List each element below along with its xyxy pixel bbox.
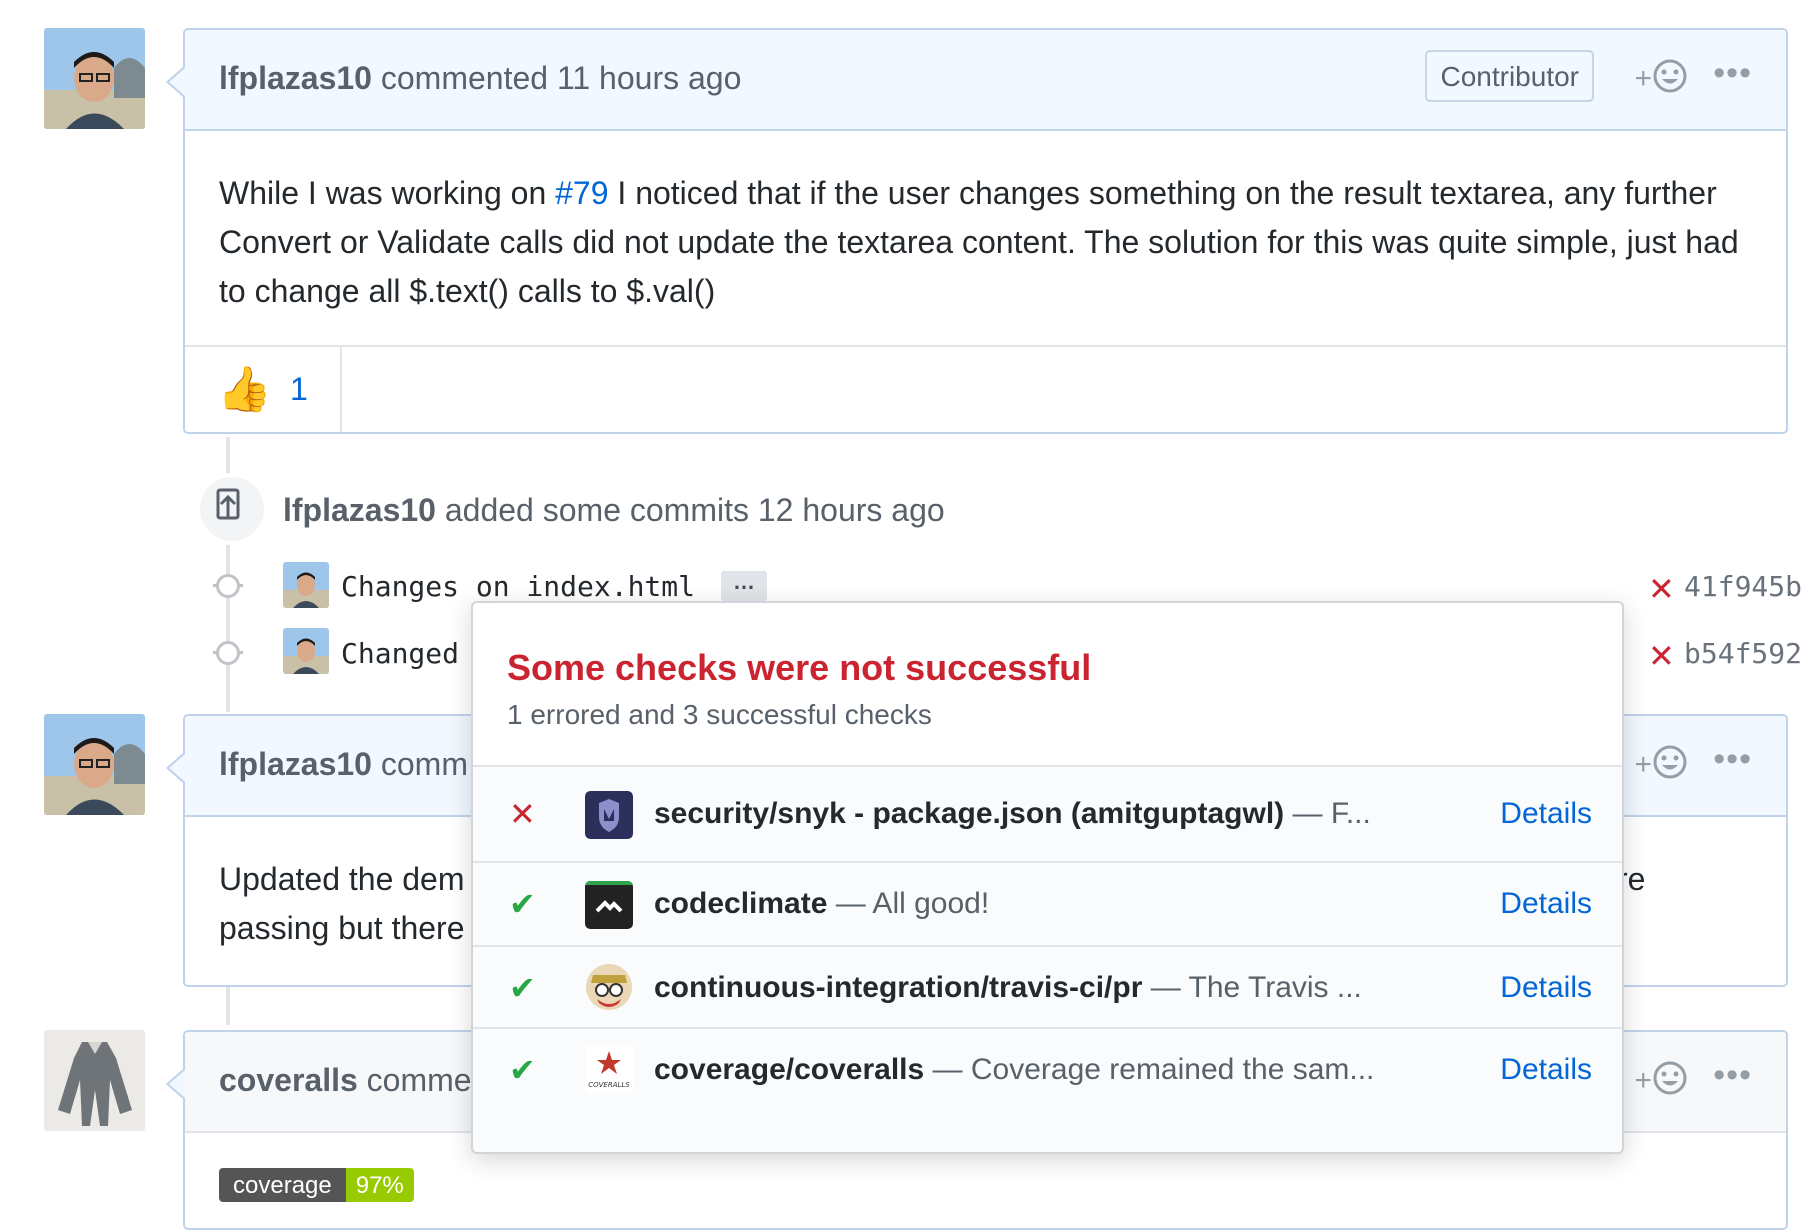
add-reaction-button[interactable]: + bbox=[1634, 744, 1688, 788]
comment-caret bbox=[169, 68, 185, 96]
smiley-icon bbox=[1652, 744, 1688, 788]
error-status-icon: ✕ bbox=[509, 796, 536, 832]
coverage-badge-value: 97% bbox=[345, 1168, 414, 1202]
check-details-link[interactable]: Details bbox=[1500, 887, 1592, 921]
thumbs-up-icon: 👍 bbox=[217, 365, 272, 414]
checks-title: Some checks were not successful bbox=[507, 647, 1092, 688]
check-row: ✔ continuous-integration/travis-ci/pr — … bbox=[473, 945, 1622, 1029]
reactions-bar: 👍 1 bbox=[185, 345, 1786, 432]
commit-message-link[interactable]: Changes on index.html bbox=[341, 570, 695, 603]
check-row: ✔ COVERALLS coverage/coveralls — Coverag… bbox=[473, 1027, 1622, 1152]
commit-dot bbox=[216, 641, 240, 665]
check-detail-text: — All good! bbox=[827, 887, 990, 920]
expand-commit-button[interactable]: … bbox=[721, 571, 767, 601]
event-author-link[interactable]: lfplazas10 bbox=[283, 492, 436, 528]
check-row: ✕ security/snyk - package.json (amitgupt… bbox=[473, 765, 1622, 863]
coverage-badge[interactable]: coverage 97% bbox=[219, 1168, 414, 1202]
check-name: security/snyk - package.json (amitguptag… bbox=[654, 797, 1285, 830]
codeclimate-logo-icon bbox=[585, 881, 633, 929]
event-timestamp: added some commits 12 hours ago bbox=[444, 492, 945, 528]
check-description: codeclimate — All good! bbox=[654, 887, 989, 921]
comment-author-link[interactable]: lfplazas10 bbox=[219, 60, 372, 96]
add-reaction-button[interactable]: + bbox=[1634, 1060, 1688, 1104]
smiley-icon bbox=[1652, 1060, 1688, 1104]
comment-timestamp[interactable]: comm bbox=[381, 746, 468, 782]
check-details-link[interactable]: Details bbox=[1500, 797, 1592, 831]
success-check-icon: ✔ bbox=[509, 886, 536, 922]
commit-message-link[interactable]: Changed bbox=[341, 637, 459, 670]
coveralls-logo-icon: COVERALLS bbox=[585, 1045, 633, 1093]
avatar[interactable] bbox=[44, 1030, 145, 1131]
check-details-link[interactable]: Details bbox=[1500, 1053, 1592, 1087]
commit-author-avatar[interactable] bbox=[283, 628, 329, 674]
comment-text: While I was working on bbox=[219, 175, 556, 211]
coverage-badge-label: coverage bbox=[219, 1168, 346, 1202]
reaction-count: 1 bbox=[290, 371, 308, 407]
check-description: continuous-integration/travis-ci/pr — Th… bbox=[654, 971, 1362, 1005]
comment-caret bbox=[169, 1070, 185, 1098]
comment-header: lfplazas10 commented 11 hours ago Contri… bbox=[185, 30, 1786, 131]
checks-popover: Some checks were not successful 1 errore… bbox=[471, 601, 1624, 1154]
commit-dot bbox=[216, 574, 240, 598]
success-check-icon: ✔ bbox=[509, 970, 536, 1006]
checks-summary: 1 errored and 3 successful checks bbox=[507, 699, 932, 730]
avatar[interactable] bbox=[44, 28, 145, 129]
avatar[interactable] bbox=[44, 714, 145, 815]
contributor-badge: Contributor bbox=[1425, 50, 1594, 102]
check-description: security/snyk - package.json (amitguptag… bbox=[654, 797, 1371, 831]
comment-timestamp[interactable]: comme bbox=[367, 1062, 472, 1098]
thumbs-up-reaction[interactable]: 👍 1 bbox=[185, 347, 342, 432]
comment-header-text: coveralls comme bbox=[219, 1062, 472, 1099]
smiley-icon bbox=[1652, 58, 1688, 102]
check-detail-text: — F... bbox=[1284, 797, 1371, 830]
failed-status-icon[interactable]: ✕ bbox=[1648, 570, 1675, 608]
check-name: codeclimate bbox=[654, 887, 828, 920]
commit-sha-link[interactable]: b54f592 bbox=[1684, 637, 1802, 670]
travis-logo-icon bbox=[585, 963, 633, 1011]
add-reaction-button[interactable]: + bbox=[1634, 58, 1688, 102]
more-options-button[interactable]: ••• bbox=[1713, 740, 1752, 779]
comment-body: While I was working on #79 I noticed tha… bbox=[185, 131, 1786, 350]
comment: lfplazas10 commented 11 hours ago Contri… bbox=[166, 28, 1788, 434]
failed-status-icon[interactable]: ✕ bbox=[1648, 637, 1675, 675]
success-check-icon: ✔ bbox=[509, 1052, 536, 1088]
commit-sha-link[interactable]: 41f945b bbox=[1684, 570, 1802, 603]
repo-push-icon bbox=[196, 473, 268, 545]
comment-header-text: lfplazas10 commented 11 hours ago bbox=[219, 60, 741, 97]
check-description: coverage/coveralls — Coverage remained t… bbox=[654, 1053, 1374, 1087]
svg-text:COVERALLS: COVERALLS bbox=[588, 1081, 630, 1089]
snyk-logo-icon bbox=[585, 791, 633, 839]
more-options-button[interactable]: ••• bbox=[1713, 54, 1752, 93]
issue-link[interactable]: #79 bbox=[555, 175, 608, 211]
commit-event-text: lfplazas10 added some commits 12 hours a… bbox=[283, 492, 945, 529]
check-row: ✔ codeclimate — All good! Details bbox=[473, 861, 1622, 947]
comment-caret bbox=[169, 754, 185, 782]
comment-author-link[interactable]: coveralls bbox=[219, 1062, 358, 1098]
check-detail-text: — Coverage remained the sam... bbox=[924, 1053, 1375, 1086]
timeline-line bbox=[226, 985, 230, 1025]
check-name: coverage/coveralls bbox=[654, 1053, 925, 1086]
comment-header-text: lfplazas10 comm bbox=[219, 746, 468, 783]
check-name: continuous-integration/travis-ci/pr bbox=[654, 971, 1143, 1004]
check-detail-text: — The Travis ... bbox=[1142, 971, 1362, 1004]
more-options-button[interactable]: ••• bbox=[1713, 1056, 1752, 1095]
comment-author-link[interactable]: lfplazas10 bbox=[219, 746, 372, 782]
comment-timestamp[interactable]: commented 11 hours ago bbox=[381, 60, 742, 96]
commit-author-avatar[interactable] bbox=[283, 562, 329, 608]
check-details-link[interactable]: Details bbox=[1500, 971, 1592, 1005]
